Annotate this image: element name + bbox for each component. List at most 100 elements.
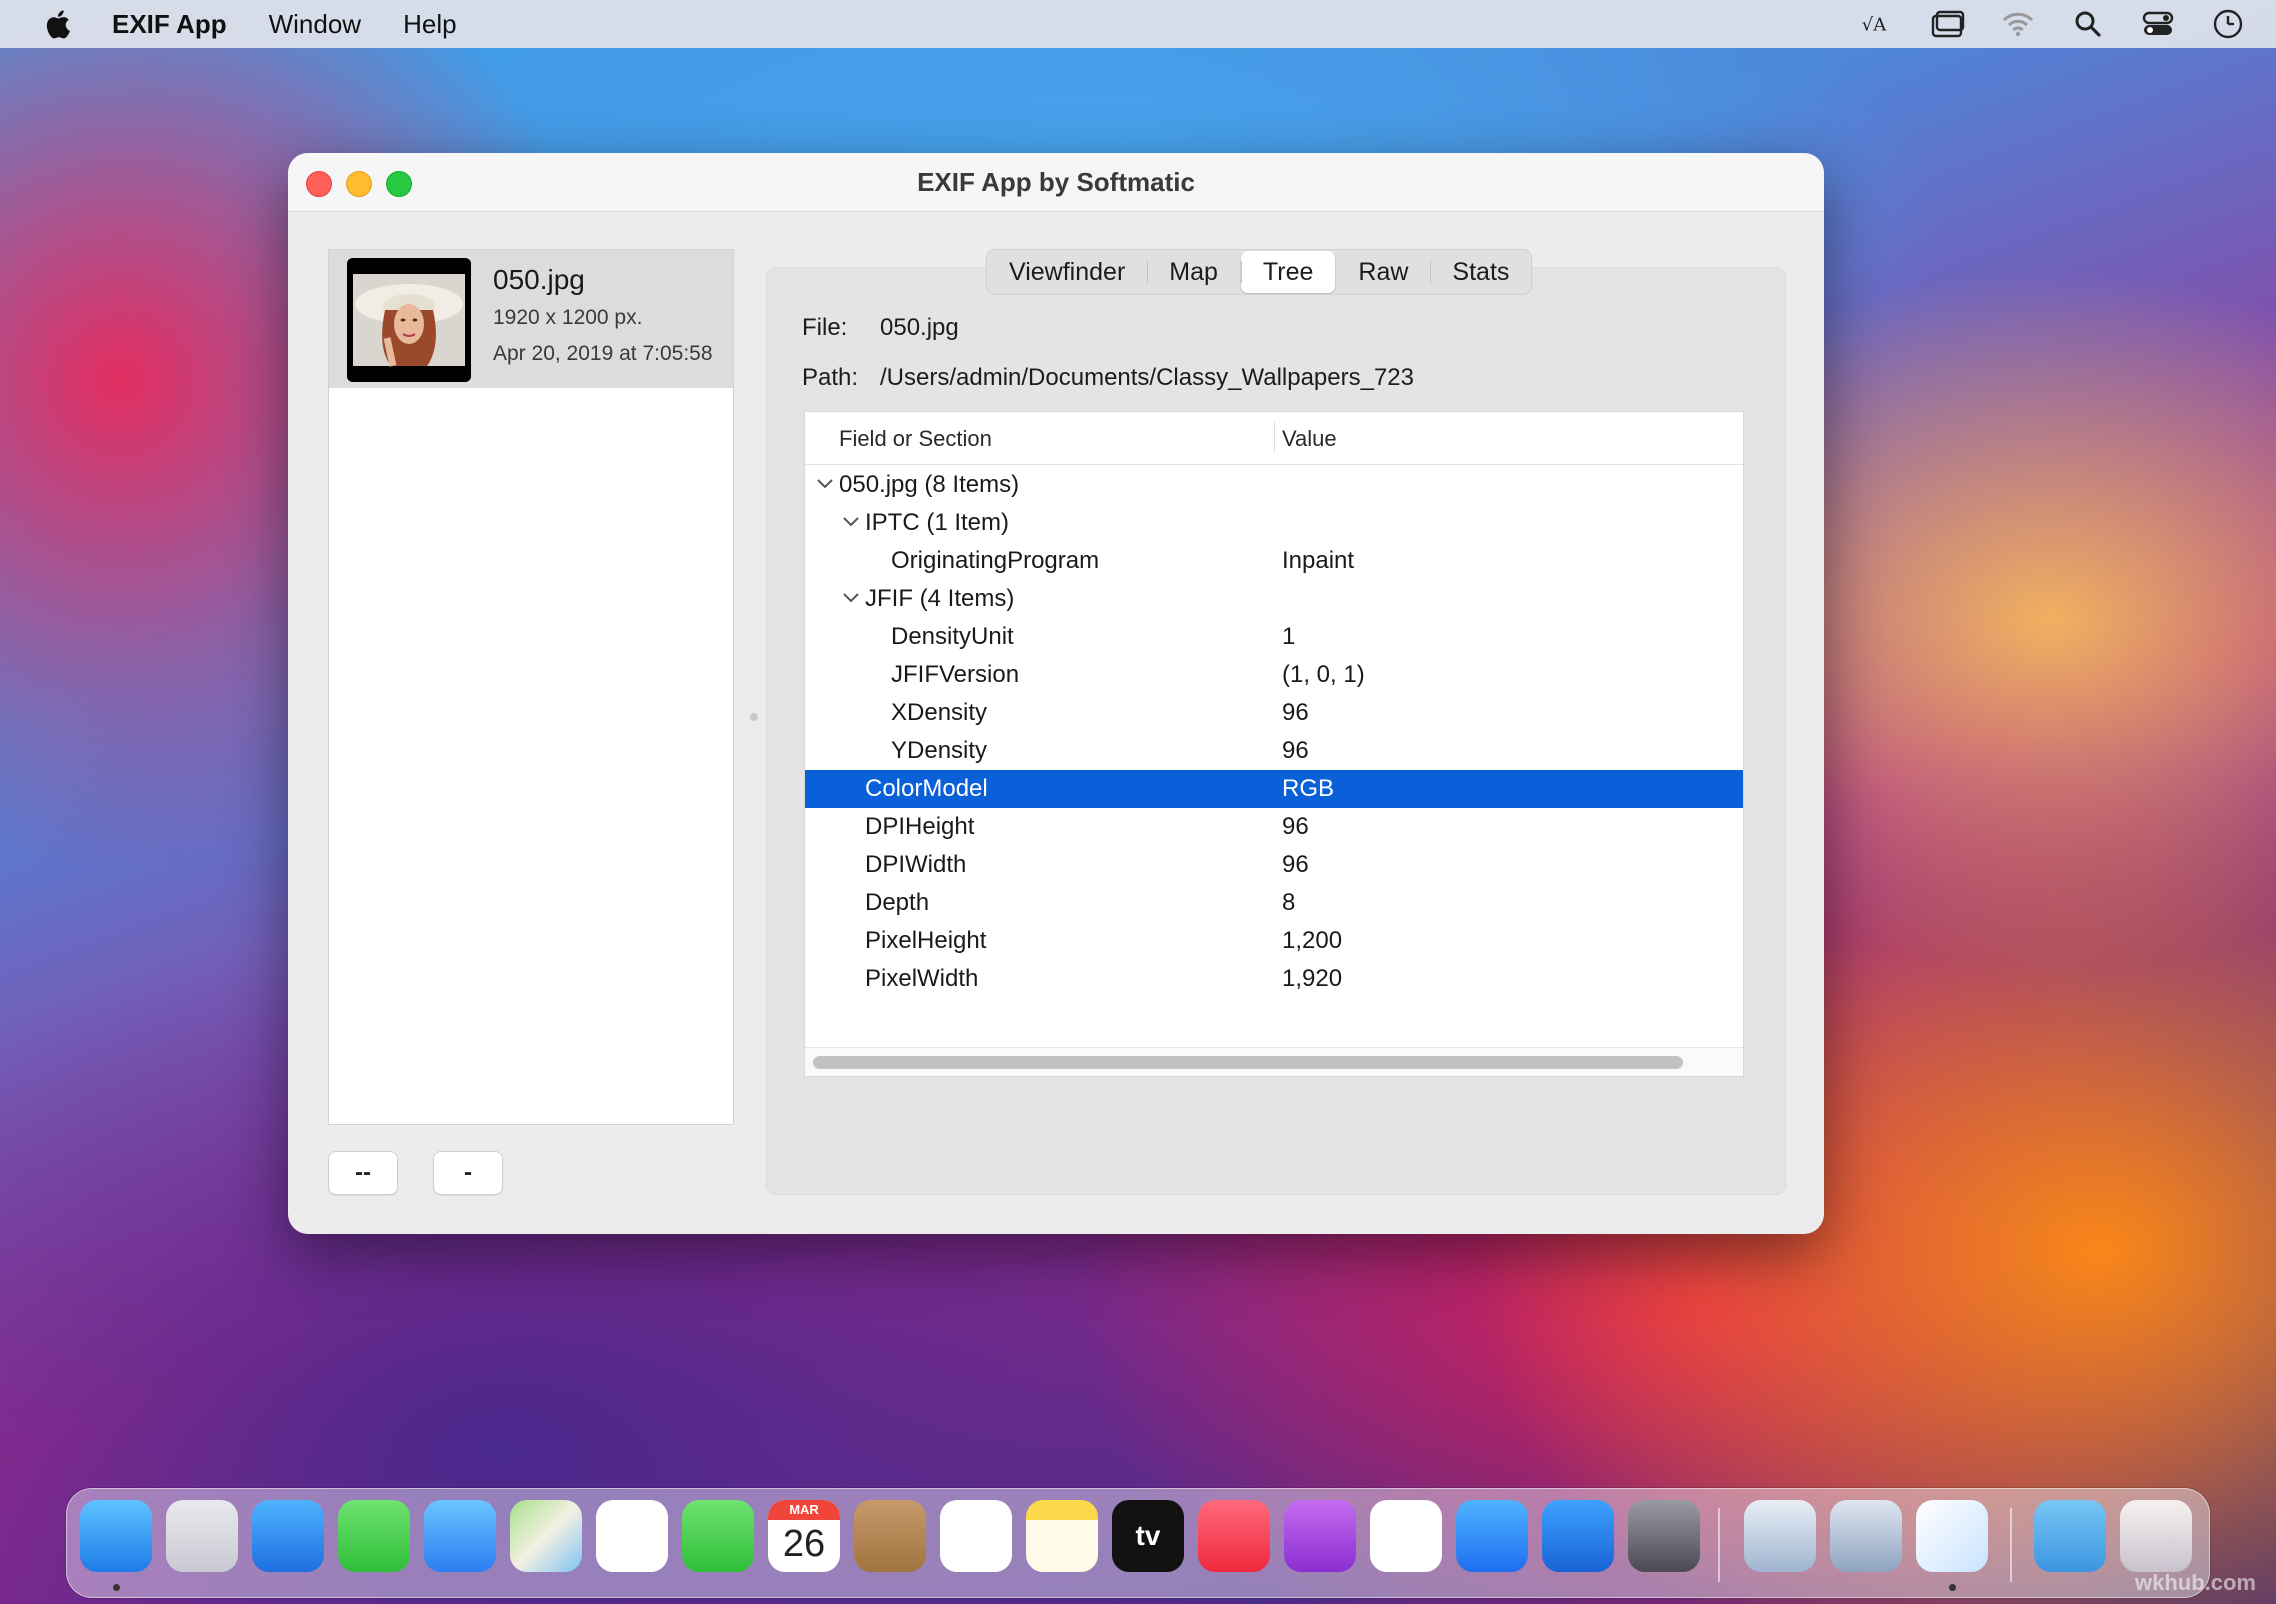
notes-icon[interactable] <box>1026 1500 1098 1572</box>
remove-file-button[interactable]: - <box>433 1151 503 1195</box>
field-name: IPTC (1 Item) <box>865 509 1010 536</box>
table-row[interactable]: IPTC (1 Item) <box>805 504 1743 542</box>
column-divider[interactable] <box>1274 422 1275 452</box>
facetime-icon[interactable] <box>682 1500 754 1572</box>
field-name: DPIHeight <box>865 813 975 840</box>
calendar-day: 26 <box>782 1523 826 1565</box>
calendar-month: MAR <box>768 1500 840 1520</box>
watermark: wkhub.com <box>2134 1570 2256 1595</box>
field-name: ColorModel <box>865 775 988 802</box>
tab-viewfinder[interactable]: Viewfinder <box>987 250 1147 294</box>
mail-icon[interactable] <box>424 1500 496 1572</box>
music-icon[interactable] <box>1198 1500 1270 1572</box>
table-row[interactable]: PixelWidth 1,920 <box>805 960 1743 998</box>
menu-window[interactable]: Window <box>269 9 361 40</box>
file-info-row: File: 050.jpg <box>802 314 959 342</box>
tab-stats[interactable]: Stats <box>1430 250 1531 294</box>
tv-label: tv <box>1135 1520 1161 1551</box>
exif-tree-table[interactable]: Field or Section Value 050.jpg (8 Items)… <box>804 411 1744 1077</box>
exif-app-icon[interactable] <box>1916 1500 1988 1572</box>
table-row[interactable]: JFIF (4 Items) <box>805 580 1743 618</box>
spotlight-search-icon[interactable] <box>2070 8 2106 40</box>
preview-icon[interactable] <box>1744 1500 1816 1572</box>
menu-help[interactable]: Help <box>403 9 456 40</box>
table-row[interactable]: YDensity 96 <box>805 732 1743 770</box>
keyboard-input-icon[interactable]: √A <box>1860 8 1896 40</box>
file-dimensions: 1920 x 1200 px. <box>493 306 643 329</box>
field-name: JFIF (4 Items) <box>865 585 1015 612</box>
field-name: PixelHeight <box>865 927 987 954</box>
scrollbar-thumb[interactable] <box>813 1056 1683 1069</box>
menu-bar: EXIF App Window Help √A <box>0 0 2276 48</box>
table-row[interactable]: ColorModel RGB <box>805 770 1743 808</box>
column-header-field[interactable]: Field or Section <box>839 426 992 452</box>
keynote-icon[interactable] <box>1830 1500 1902 1572</box>
running-indicator <box>1949 1584 1956 1591</box>
chevron-down-icon[interactable] <box>841 512 861 532</box>
downloads-folder-icon[interactable] <box>2034 1500 2106 1572</box>
field-value: Inpaint <box>1282 547 1355 574</box>
maps-icon[interactable] <box>510 1500 582 1572</box>
horizontal-scrollbar[interactable] <box>805 1047 1743 1076</box>
field-value: 96 <box>1282 699 1309 726</box>
table-row[interactable]: 050.jpg (8 Items) <box>805 466 1743 504</box>
field-name: XDensity <box>891 699 988 726</box>
dock-separator <box>2010 1508 2012 1582</box>
table-row[interactable]: JFIFVersion (1, 0, 1) <box>805 656 1743 694</box>
tab-tree[interactable]: Tree <box>1240 251 1336 293</box>
field-value: (1, 0, 1) <box>1282 661 1365 688</box>
messages-icon[interactable] <box>338 1500 410 1572</box>
field-value: 96 <box>1282 851 1309 878</box>
podcasts-icon[interactable] <box>1284 1500 1356 1572</box>
table-row[interactable]: OriginatingProgram Inpaint <box>805 542 1743 580</box>
system-preferences-icon[interactable] <box>1628 1500 1700 1572</box>
table-row[interactable]: XDensity 96 <box>805 694 1743 732</box>
field-value: RGB <box>1282 775 1335 802</box>
photos-icon[interactable] <box>596 1500 668 1572</box>
dock-separator <box>1718 1508 1720 1582</box>
tv-icon[interactable]: tv <box>1112 1500 1184 1572</box>
trash-icon[interactable] <box>2120 1500 2192 1572</box>
chevron-down-icon[interactable] <box>841 588 861 608</box>
app-store-icon[interactable] <box>1456 1500 1528 1572</box>
news-icon[interactable] <box>1370 1500 1442 1572</box>
chevron-down-icon[interactable] <box>815 474 835 494</box>
split-view-divider[interactable] <box>750 713 758 721</box>
launchpad-icon[interactable] <box>166 1500 238 1572</box>
field-value: 8 <box>1282 889 1296 916</box>
file-list-item[interactable]: 050.jpg 1920 x 1200 px. Apr 20, 2019 at … <box>329 250 733 388</box>
field-name: OriginatingProgram <box>891 547 1100 574</box>
table-row[interactable]: DPIWidth 96 <box>805 846 1743 884</box>
column-header-value[interactable]: Value <box>1282 426 1337 452</box>
table-row[interactable]: DensityUnit 1 <box>805 618 1743 656</box>
running-indicator <box>113 1584 120 1591</box>
path-label: Path: <box>802 364 859 391</box>
table-row[interactable]: Depth 8 <box>805 884 1743 922</box>
table-row[interactable]: DPIHeight 96 <box>805 808 1743 846</box>
image-thumbnail <box>347 258 471 382</box>
title-bar[interactable]: EXIF App by Softmatic <box>288 153 1824 212</box>
field-name: JFIFVersion <box>891 661 1020 688</box>
tab-raw[interactable]: Raw <box>1336 250 1430 294</box>
file-list[interactable]: 050.jpg 1920 x 1200 px. Apr 20, 2019 at … <box>328 249 734 1125</box>
finder-icon[interactable] <box>80 1500 152 1572</box>
control-center-icon[interactable] <box>2140 8 2176 40</box>
contacts-icon[interactable] <box>854 1500 926 1572</box>
field-name: DensityUnit <box>891 623 1014 650</box>
menu-app-name[interactable]: EXIF App <box>112 9 227 40</box>
clock-icon[interactable] <box>2210 8 2246 40</box>
table-row[interactable]: PixelHeight 1,200 <box>805 922 1743 960</box>
file-date: Apr 20, 2019 at 7:05:58 <box>493 342 713 365</box>
field-name: YDensity <box>891 737 988 764</box>
field-name: DPIWidth <box>865 851 967 878</box>
calendar-icon[interactable]: MAR 26 <box>768 1500 840 1572</box>
monterey-installer-icon[interactable] <box>1542 1500 1614 1572</box>
screen-mirroring-icon[interactable] <box>1930 8 1966 40</box>
safari-icon[interactable] <box>252 1500 324 1572</box>
wifi-icon[interactable] <box>2000 8 2036 40</box>
tab-map[interactable]: Map <box>1147 250 1240 294</box>
reminders-icon[interactable] <box>940 1500 1012 1572</box>
apple-menu-icon[interactable] <box>42 8 72 40</box>
file-label: File: <box>802 314 848 341</box>
add-file-button[interactable]: -- <box>328 1151 398 1195</box>
